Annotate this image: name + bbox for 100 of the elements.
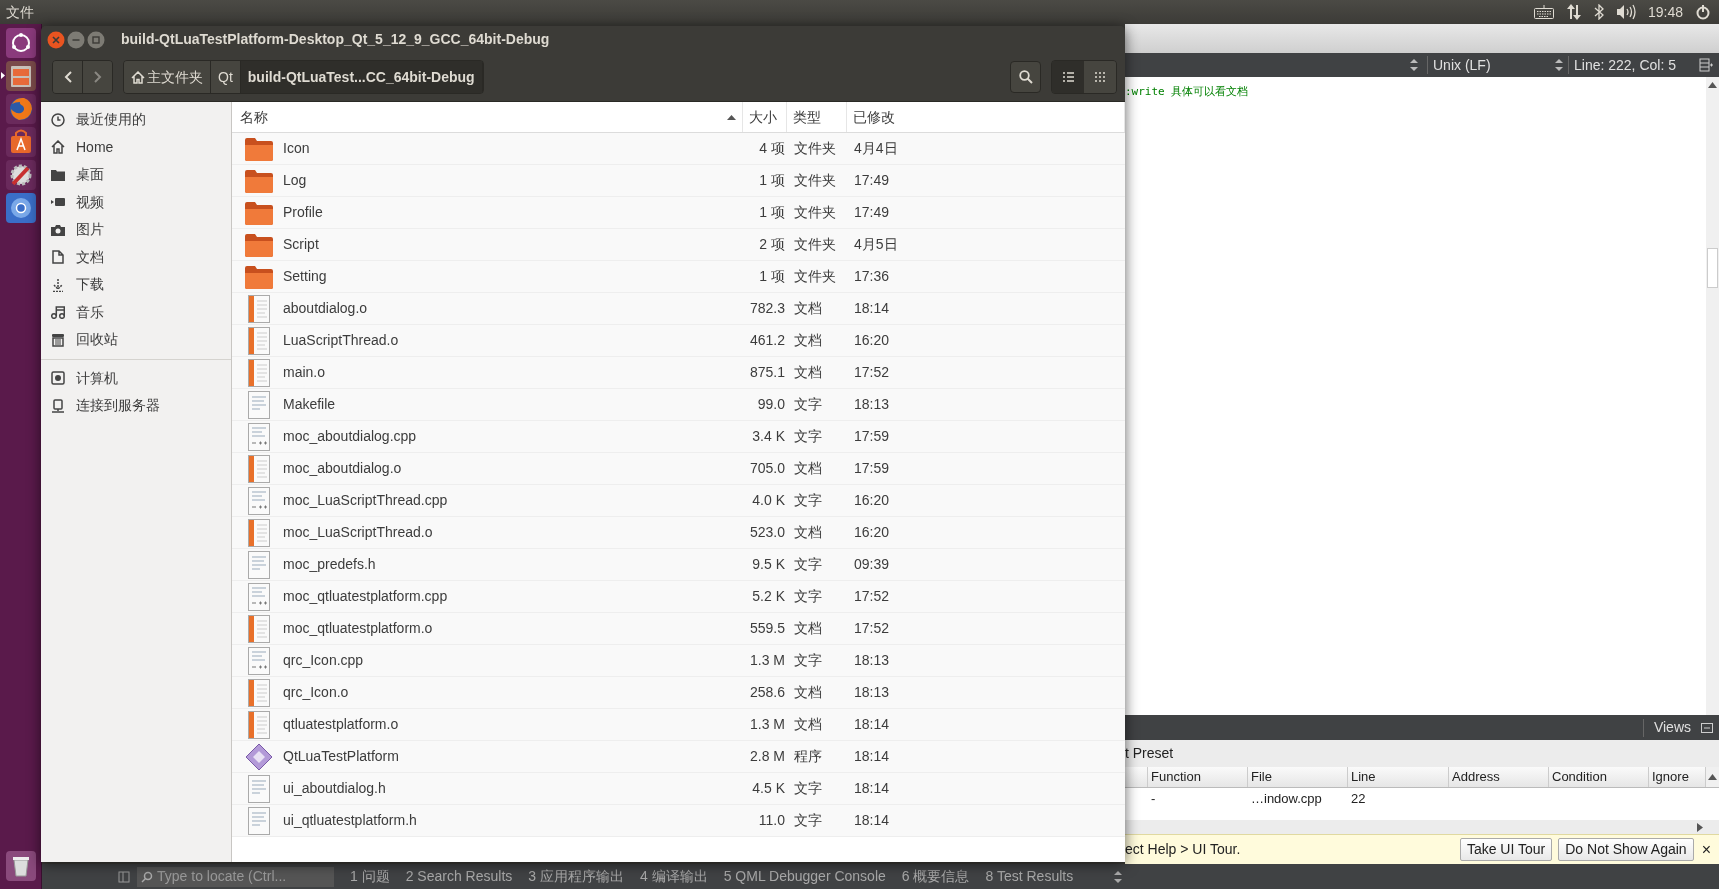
column-header[interactable]: 已修改 (847, 102, 1125, 132)
trash-icon[interactable] (5, 851, 36, 881)
cursor-position[interactable]: Line: 222, Col: 5 (1569, 54, 1699, 76)
close-button[interactable]: × (1701, 841, 1711, 858)
sidebar-item[interactable]: 回收站 (41, 326, 231, 354)
output-tab[interactable]: 1 问题 (350, 866, 390, 887)
wrench-gear-icon[interactable] (5, 160, 36, 190)
sidebar-item[interactable]: 图片 (41, 216, 231, 244)
grid-view-button[interactable] (1084, 61, 1116, 93)
bluetooth-icon[interactable] (1593, 4, 1604, 20)
power-icon[interactable] (1695, 4, 1711, 20)
sidebar-item[interactable]: 桌面 (41, 161, 231, 189)
scroll-right-icon[interactable] (1697, 822, 1703, 832)
file-name[interactable]: Script (283, 234, 319, 255)
output-tab[interactable]: 6 概要信息 (901, 866, 970, 887)
column-header[interactable]: 大小 (743, 102, 787, 132)
dash-icon[interactable] (5, 28, 36, 58)
file-name[interactable]: moc_aboutdialog.o (283, 458, 402, 479)
updown-icon[interactable] (1113, 869, 1124, 884)
file-name[interactable]: moc_qtluatestplatform.o (283, 618, 433, 639)
output-tab[interactable]: 8 Test Results (985, 866, 1074, 887)
views-button[interactable]: Views (1653, 717, 1691, 738)
file-name[interactable]: Makefile (283, 394, 336, 415)
back-button[interactable] (53, 61, 83, 93)
file-type: 文档 (794, 332, 822, 348)
vertical-scrollbar[interactable] (1706, 77, 1719, 715)
sidebar-item[interactable]: 文档 (41, 243, 231, 271)
info-button[interactable]: Do Not Show Again (1558, 838, 1694, 861)
file-name[interactable]: aboutdialog.o (283, 298, 368, 319)
file-name[interactable]: Profile (283, 202, 323, 223)
info-button[interactable]: Take UI Tour (1459, 838, 1553, 861)
file-name[interactable]: main.o (283, 362, 326, 383)
column-header[interactable]: 类型 (787, 102, 847, 132)
file-name[interactable]: Log (283, 170, 307, 191)
keyboard-icon[interactable] (1533, 5, 1554, 19)
file-name[interactable]: ui_aboutdialog.h (283, 778, 386, 799)
path-button[interactable]: Qt (211, 61, 241, 93)
file-name[interactable]: moc_LuaScriptThread.cpp (283, 490, 448, 511)
scroll-up-icon[interactable] (1708, 774, 1717, 780)
path-button[interactable]: build-QtLuaTest...CC_64bit-Debug (240, 61, 483, 93)
file-name[interactable]: moc_LuaScriptThread.o (283, 522, 433, 543)
sidebar-item[interactable]: 音乐 (41, 298, 231, 326)
column-header[interactable]: Address (1449, 767, 1549, 787)
scroll-up-icon[interactable] (1708, 82, 1717, 88)
output-tab[interactable]: 3 应用程序输出 (528, 866, 624, 887)
output-tab[interactable]: 2 Search Results (405, 866, 513, 887)
column-header[interactable]: Line (1348, 767, 1449, 787)
path-button[interactable]: 主文件夹 (124, 61, 211, 93)
search-button[interactable] (1010, 61, 1041, 93)
clock[interactable]: 19:48 (1647, 1, 1683, 23)
maximize-icon[interactable] (87, 30, 105, 49)
sidebar-item[interactable]: 计算机 (41, 364, 231, 392)
file-name[interactable]: Icon (283, 138, 310, 159)
file-cabinet-icon[interactable] (5, 61, 36, 91)
sidebar-item[interactable]: 连接到服务器 (41, 392, 231, 420)
updown-icon[interactable] (1409, 58, 1419, 72)
output-tab[interactable]: 4 编译输出 (640, 866, 708, 887)
file-name[interactable]: Setting (283, 266, 327, 287)
file-size: 461.2 (749, 331, 785, 350)
column-header[interactable]: File (1248, 767, 1348, 787)
file-name[interactable]: LuaScriptThread.o (283, 330, 399, 351)
network-icon[interactable] (1565, 4, 1582, 20)
column-header[interactable]: 名称 (232, 102, 743, 132)
shopping-bag-icon[interactable] (5, 127, 36, 157)
scrollbar-thumb[interactable] (1707, 248, 1718, 288)
file-name[interactable]: qtluatestplatform.o (283, 714, 399, 735)
home-icon (51, 140, 65, 155)
split-icon[interactable] (1699, 58, 1713, 72)
sidebar-item[interactable]: 视频 (41, 188, 231, 216)
sidebar-item[interactable]: Home (41, 133, 231, 161)
sidebar-item[interactable]: 最近使用的 (41, 106, 231, 134)
column-header[interactable]: Condition (1549, 767, 1649, 787)
file-name[interactable]: moc_aboutdialog.cpp (283, 426, 417, 447)
file-name[interactable]: qrc_Icon.o (283, 682, 349, 703)
file-name[interactable]: moc_qtluatestplatform.cpp (283, 586, 448, 607)
file-size: 3.4 K (752, 427, 785, 446)
file-type: 文字 (794, 492, 822, 508)
list-view-button[interactable] (1052, 61, 1084, 93)
minimize-icon[interactable] (67, 30, 85, 49)
locator-field[interactable]: Type to locate (Ctrl... (137, 866, 334, 887)
output-tab[interactable]: 5 QML Debugger Console (723, 866, 886, 887)
panel-icon[interactable] (1701, 722, 1713, 733)
vertical-scrollbar[interactable] (1706, 767, 1719, 787)
browser-icon[interactable] (5, 94, 36, 124)
line-ending-selector[interactable]: Unix (LF) (1428, 54, 1568, 76)
file-modified: 18:14 (854, 300, 890, 316)
file-name[interactable]: moc_predefs.h (283, 554, 376, 575)
list-icon (1062, 72, 1074, 82)
sidebar-item[interactable]: 下载 (41, 271, 231, 299)
close-icon[interactable] (47, 30, 65, 49)
column-header[interactable]: Function (1148, 767, 1248, 787)
file-name[interactable]: QtLuaTestPlatform (283, 746, 399, 767)
file-modified: 17:36 (854, 268, 890, 284)
file-name[interactable]: ui_qtluatestplatform.h (283, 810, 417, 831)
volume-icon[interactable] (1615, 4, 1636, 20)
sidebar-toggle-icon[interactable] (118, 870, 130, 883)
menu-item[interactable]: 文件 (6, 1, 34, 23)
chromium-icon[interactable] (5, 193, 36, 223)
file-name[interactable]: qrc_Icon.cpp (283, 650, 364, 671)
file-type: 文字 (794, 812, 822, 828)
